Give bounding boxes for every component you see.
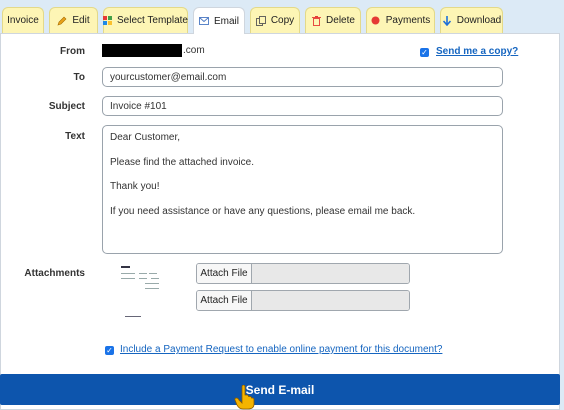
attach-file-area-1[interactable] (252, 264, 409, 283)
pointer-hand-icon (234, 385, 255, 410)
subject-label: Subject (48, 101, 85, 112)
trash-icon (311, 15, 321, 26)
attachments-label: Attachments (24, 268, 85, 279)
payment-request-checkbox[interactable]: ✓ (105, 346, 114, 355)
send-copy-link[interactable]: Send me a copy? (436, 46, 518, 57)
redacted-email (102, 44, 182, 57)
tab-email[interactable]: Email (193, 7, 245, 34)
attach-file-2[interactable]: Attach File (196, 290, 410, 311)
to-input[interactable]: yourcustomer@email.com (102, 67, 503, 87)
invoice-thumbnail (119, 264, 163, 322)
grid-icon (103, 16, 113, 26)
tab-invoice[interactable]: Invoice (2, 7, 44, 33)
tab-payments-label: Payments (385, 15, 431, 26)
tab-download[interactable]: Download (440, 7, 503, 33)
tab-select-template-label: Select Template (117, 15, 188, 26)
attach-file-1[interactable]: Attach File (196, 263, 410, 284)
text-label: Text (65, 131, 85, 142)
tab-bar: Invoice Edit Select Template Email Copy … (0, 7, 564, 34)
tab-delete-label: Delete (326, 15, 355, 26)
subject-input[interactable]: Invoice #101 (102, 96, 503, 116)
tab-copy-label: Copy (270, 15, 295, 26)
arrow-down-icon (442, 15, 452, 26)
tab-edit-label: Edit (72, 15, 90, 26)
tab-download-label: Download (456, 15, 502, 26)
attach-file-button-1[interactable]: Attach File (197, 264, 252, 283)
dot-icon (371, 16, 381, 26)
tab-copy[interactable]: Copy (250, 7, 300, 33)
copy-icon (255, 15, 266, 26)
tab-invoice-label: Invoice (7, 15, 39, 26)
tab-email-label: Email (213, 15, 239, 27)
from-domain: .com (183, 45, 205, 56)
attach-file-area-2[interactable] (252, 291, 409, 310)
to-label: To (73, 72, 85, 83)
pencil-icon (57, 16, 67, 26)
tab-payments[interactable]: Payments (366, 7, 435, 33)
payment-request-link[interactable]: Include a Payment Request to enable onli… (120, 344, 442, 355)
tab-select-template[interactable]: Select Template (103, 7, 188, 33)
from-label: From (60, 46, 85, 57)
send-email-button[interactable]: Send E-mail (0, 374, 560, 405)
tab-delete[interactable]: Delete (305, 7, 361, 33)
message-textarea[interactable] (102, 125, 503, 254)
attach-file-button-2[interactable]: Attach File (197, 291, 252, 310)
tab-edit[interactable]: Edit (49, 7, 98, 33)
send-copy-checkbox[interactable]: ✓ (420, 48, 429, 57)
envelope-icon (199, 16, 209, 26)
